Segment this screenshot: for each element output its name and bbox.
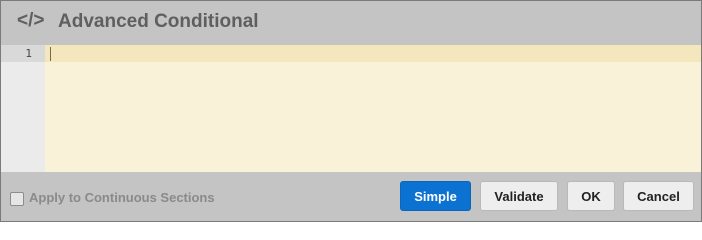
code-icon: </> [17,10,45,31]
line-number: 1 [25,47,32,60]
text-cursor [50,47,51,61]
checkbox-label: Apply to Continuous Sections [29,190,215,205]
line-number-gutter: 1 [1,45,45,172]
cancel-button[interactable]: Cancel [623,181,694,211]
dialog-footer: Apply to Continuous Sections Simple Vali… [1,172,701,221]
code-editor[interactable]: 1 [1,45,701,172]
dialog-title: Advanced Conditional [58,11,259,32]
simple-button[interactable]: Simple [400,181,471,211]
ok-button[interactable]: OK [567,181,615,211]
advanced-conditional-dialog: </> Advanced Conditional 1 Apply to Cont… [0,0,702,222]
active-editor-line[interactable] [45,45,701,62]
continuous-sections-checkbox[interactable] [10,192,24,206]
dialog-header: </> Advanced Conditional [1,1,701,45]
validate-button[interactable]: Validate [480,181,558,211]
